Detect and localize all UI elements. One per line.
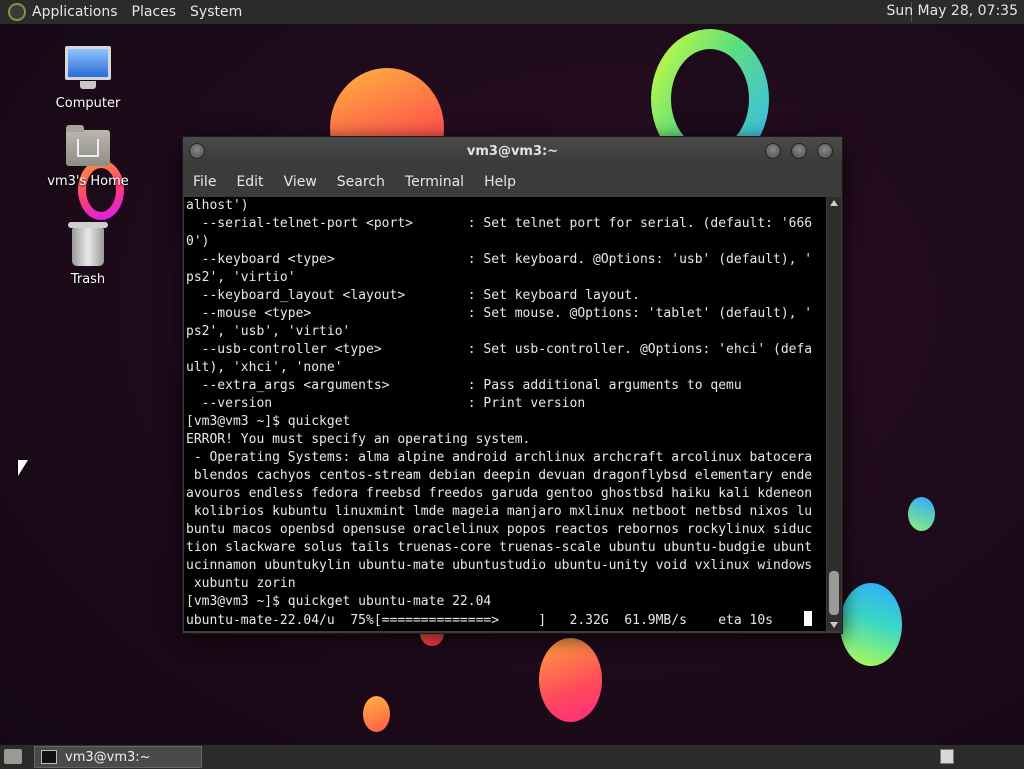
show-desktop-icon[interactable] (4, 749, 22, 764)
terminal-line: ult), 'xhci', 'none' (186, 360, 343, 375)
terminal-line: [vm3@vm3 ~]$ quickget (186, 414, 351, 429)
wallpaper-blue-blob (840, 583, 902, 666)
desktop-icon-label: Computer (55, 96, 121, 111)
menu-file[interactable]: File (183, 174, 226, 190)
terminal-line: tion slackware solus tails truenas-core … (186, 540, 813, 555)
home-folder-icon (66, 125, 110, 166)
trash-icon (68, 222, 108, 266)
desktop-icon-computer[interactable]: Computer (38, 46, 138, 111)
terminal-line: ERROR! You must specify an operating sys… (186, 432, 531, 447)
menu-terminal[interactable]: Terminal (395, 174, 474, 190)
terminal-line: avouros endless fedora freebsd freedos g… (186, 486, 813, 501)
desktop-icon-label: Trash (70, 272, 106, 287)
terminal-line: kolibrios kubuntu linuxmint lmde mageia … (186, 504, 813, 519)
taskbar-item-terminal[interactable]: vm3@vm3:~ (34, 746, 202, 768)
desktop-icon-label: vm3's Home (47, 174, 129, 189)
terminal-line: 0') (186, 234, 210, 249)
window-titlebar[interactable]: vm3@vm3:~ (183, 137, 842, 167)
menu-system[interactable]: System (190, 4, 242, 20)
terminal-line: --version : Print version (186, 396, 586, 411)
minimize-button[interactable] (765, 143, 781, 159)
bottom-panel: vm3@vm3:~ (0, 744, 1024, 769)
terminal-menubar: File Edit View Search Terminal Help (183, 169, 842, 195)
terminal-icon (41, 750, 57, 764)
mouse-pointer-icon (18, 460, 28, 476)
terminal-line: buntu macos openbsd opensuse oraclelinux… (186, 522, 813, 537)
close-button[interactable] (817, 143, 833, 159)
taskbar-item-label: vm3@vm3:~ (65, 749, 151, 765)
menu-view[interactable]: View (274, 174, 327, 190)
menu-applications[interactable]: Applications (32, 4, 118, 20)
top-panel: Applications Places System Sun May 28, 0… (0, 0, 1024, 25)
progress-line: ubuntu-mate-22.04/u 75%[==============> … (186, 611, 826, 630)
desktop-icon-trash[interactable]: Trash (38, 222, 138, 287)
terminal-scrollbar[interactable] (827, 197, 841, 631)
terminal-line: - Operating Systems: alma alpine android… (186, 450, 813, 465)
desktop-icon-home[interactable]: vm3's Home (38, 125, 138, 189)
terminal-line: ps2', 'usb', 'virtio' (186, 324, 351, 339)
scroll-up-arrow-icon[interactable] (830, 200, 838, 206)
terminal-line: blendos cachyos centos-stream debian dee… (186, 468, 813, 483)
menu-help[interactable]: Help (474, 174, 526, 190)
clock[interactable]: Sun May 28, 07:35 (886, 3, 1018, 19)
terminal-window[interactable]: vm3@vm3:~ File Edit View Search Terminal… (182, 136, 843, 634)
menu-search[interactable]: Search (327, 174, 395, 190)
computer-icon (65, 46, 111, 89)
window-title: vm3@vm3:~ (466, 144, 559, 159)
terminal-line: --mouse <type> : Set mouse. @Options: 't… (186, 306, 813, 321)
menu-edit[interactable]: Edit (226, 174, 273, 190)
terminal-line: --serial-telnet-port <port> : Set telnet… (186, 216, 813, 231)
terminal-line: ps2', 'virtio' (186, 270, 296, 285)
scrollbar-thumb[interactable] (829, 571, 839, 615)
workspace-switcher[interactable] (940, 749, 954, 764)
wallpaper-orange-blob (539, 638, 602, 722)
terminal-line: --keyboard <type> : Set keyboard. @Optio… (186, 252, 813, 267)
terminal-line: ucinnamon ubuntukylin ubuntu-mate ubuntu… (186, 558, 813, 573)
terminal-line: --usb-controller <type> : Set usb-contro… (186, 342, 813, 357)
scroll-down-arrow-icon[interactable] (830, 622, 838, 628)
terminal-line: --extra_args <arguments> : Pass addition… (186, 378, 742, 393)
maximize-button[interactable] (791, 143, 807, 159)
terminal-line: --keyboard_layout <layout> : Set keyboar… (186, 288, 640, 303)
wallpaper-orange-blob (363, 696, 390, 732)
terminal-line: [vm3@vm3 ~]$ quickget ubuntu-mate 22.04 (186, 594, 492, 609)
mate-logo-icon[interactable] (8, 3, 26, 21)
download-progress: ubuntu-mate-22.04/u 75%[==============> … (186, 613, 805, 628)
menu-places[interactable]: Places (132, 4, 177, 20)
terminal-cursor (804, 611, 813, 626)
terminal-line: xubuntu zorin (186, 576, 296, 591)
wallpaper-blue-blob (908, 497, 935, 531)
terminal-line: alhost') (186, 198, 249, 213)
terminal-output[interactable]: alhost') --serial-telnet-port <port> : S… (184, 197, 826, 631)
